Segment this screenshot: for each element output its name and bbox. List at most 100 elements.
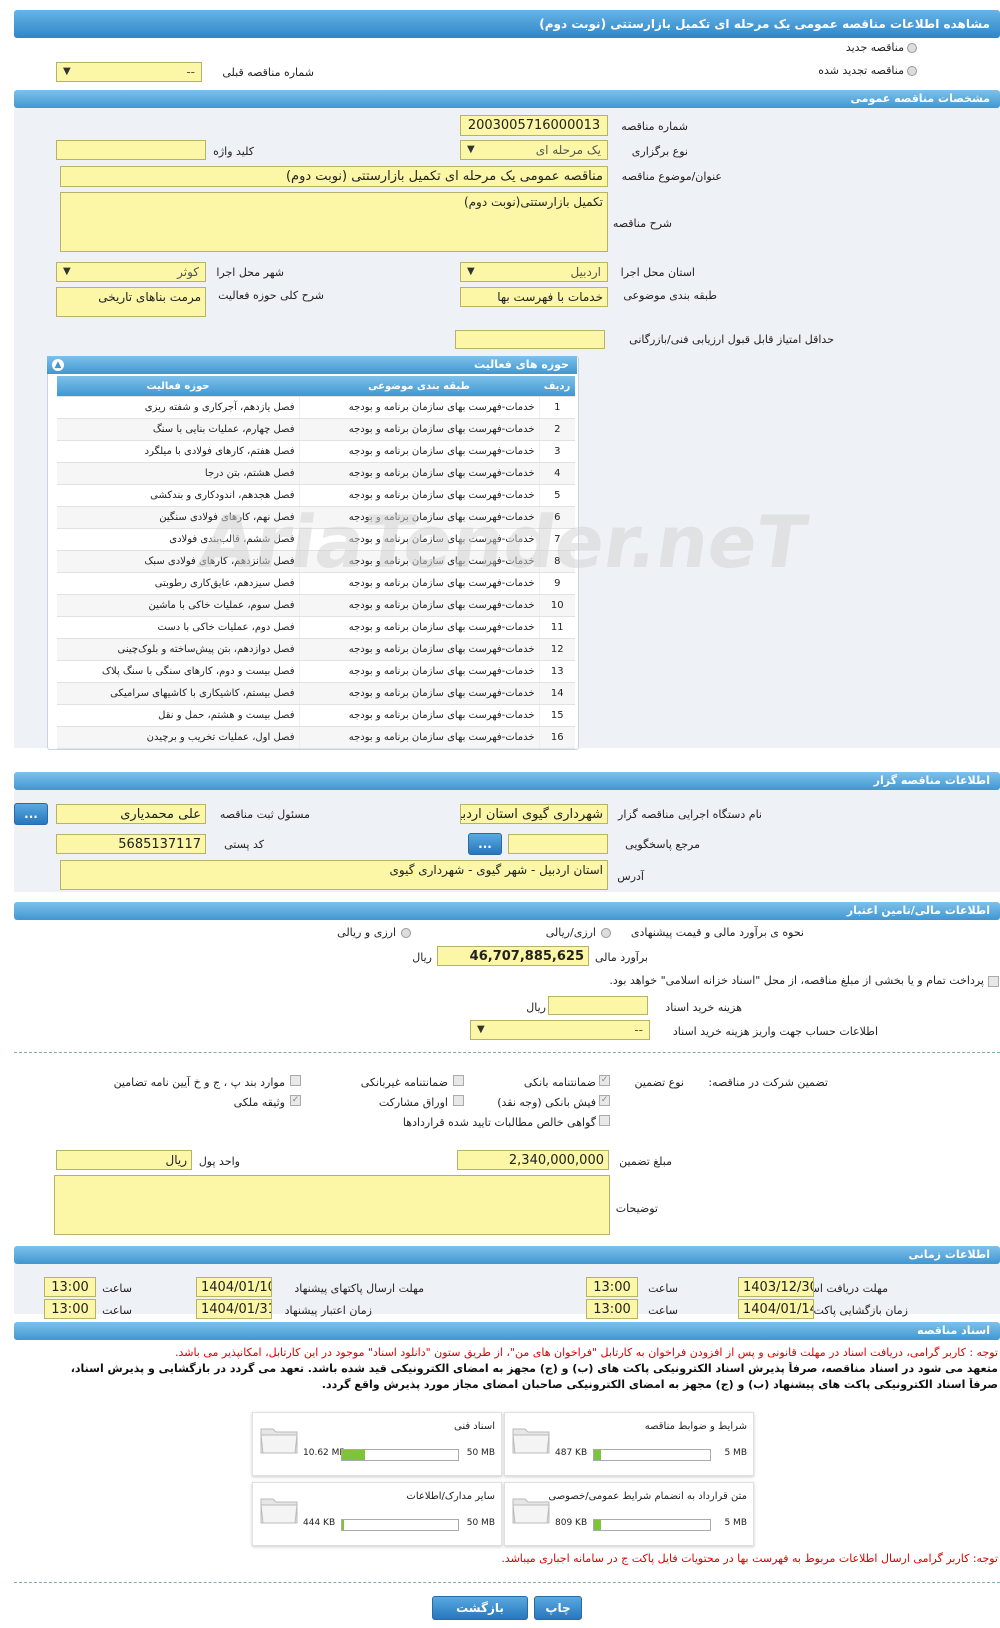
activity-desc-field[interactable]: مرمت بناهای تاریخی — [56, 287, 206, 317]
province-select[interactable]: ▼ اردبیل — [460, 262, 608, 282]
org-field[interactable]: شهرداری گیوی استان اردبیل — [460, 804, 608, 824]
doc-deadline-time[interactable]: 13:00 — [586, 1277, 638, 1297]
document-max-size: 5 MB — [724, 1518, 747, 1528]
table-cell-field: فصل نهم، کارهای فولادی سنگین — [57, 506, 299, 529]
ref-more-button[interactable]: ... — [468, 833, 502, 855]
document-name: اسناد فنی — [454, 1421, 495, 1432]
table-row: فصل چهارم، عملیات بنایی با سنگ خدمات-فهرس… — [57, 418, 575, 441]
treasury-checkbox[interactable] — [988, 976, 999, 987]
documents-header: اسناد مناقصه — [14, 1322, 1000, 1340]
city-label: شهر محل اجرا — [216, 266, 284, 279]
doc-fee-field[interactable] — [548, 996, 648, 1015]
non-bank-checkbox[interactable] — [453, 1075, 464, 1086]
chevron-down-icon: ▼ — [477, 1024, 485, 1035]
postal-field[interactable]: 5685137117 — [56, 834, 206, 854]
activities-header: حوزه های فعالیت — [47, 356, 577, 374]
table-cell-cat: خدمات-فهرست بهای سازمان برنامه و بودجه — [298, 572, 540, 595]
table-row: فصل نهم، کارهای فولادی سنگین خدمات-فهرست … — [57, 506, 575, 529]
new-tender-radio[interactable] — [907, 43, 917, 53]
document-file-card[interactable]: اسناد فنی 10.62 MB 50 MB — [252, 1412, 502, 1476]
folder-icon — [260, 1498, 298, 1524]
rial-radio[interactable] — [601, 928, 611, 938]
finance-header: اطلاعات مالی/تامین اعتبار — [14, 902, 1000, 920]
doc-fee-label: هزینه خرید اسناد — [665, 1001, 742, 1014]
table-cell-field: فصل بیستم، کاشیکاری با کاشیهای سرامیکی — [57, 682, 299, 705]
table-cell-field: فصل دوازدهم، بتن پیش‌ساخته و بلوک‌چینی — [57, 638, 299, 661]
table-cell-cat: خدمات-فهرست بهای سازمان برنامه و بودجه — [298, 418, 540, 441]
doc-fee-currency: ریال — [526, 1001, 546, 1014]
items-pbj-checkbox[interactable] — [290, 1075, 301, 1086]
prev-tender-no-label: شماره مناقصه قبلی — [222, 66, 314, 79]
tender-no-label: شماره مناقصه — [621, 120, 688, 133]
table-cell-cat: خدمات-فهرست بهای سازمان برنامه و بودجه — [298, 396, 540, 419]
table-row: فصل سیزدهم، عایق‌کاری رطوبتی خدمات-فهرست … — [57, 572, 575, 595]
table-row: فصل ششم، قالب‌بندی فولادی خدمات-فهرست بها… — [57, 528, 575, 551]
bonds-checkbox[interactable] — [453, 1095, 464, 1106]
fx-radio[interactable] — [401, 928, 411, 938]
guarantee-label: تضمین شرکت در مناقصه: — [708, 1076, 828, 1089]
document-file-card[interactable]: شرایط و ضوابط مناقصه 487 KB 5 MB — [504, 1412, 754, 1476]
send-deadline-date[interactable]: 1404/01/10 — [196, 1277, 272, 1297]
account-select[interactable]: ▼ -- — [470, 1020, 650, 1040]
guarantee-amount-field[interactable]: 2,340,000,000 — [457, 1150, 609, 1170]
fx-option-label: ارزی و ریالی — [337, 926, 396, 939]
responsible-field[interactable]: علی محمدیاری — [56, 804, 206, 824]
table-cell-n: 13 — [539, 660, 575, 683]
notes-field[interactable] — [54, 1175, 610, 1235]
table-row: فصل دوازدهم، بتن پیش‌ساخته و بلوک‌چینی خد… — [57, 638, 575, 661]
min-score-field[interactable] — [455, 330, 605, 349]
validity-time[interactable]: 13:00 — [44, 1299, 96, 1319]
folder-icon — [512, 1498, 550, 1524]
type-select[interactable]: ▼ یک مرحله ای — [460, 140, 608, 160]
keyword-field[interactable] — [56, 140, 206, 160]
city-select[interactable]: ▼ کوثر — [56, 262, 206, 282]
open-date[interactable]: 1404/01/14 — [738, 1299, 814, 1319]
send-deadline-time[interactable]: 13:00 — [44, 1277, 96, 1297]
table-cell-field: فصل اول، عملیات تخریب و برچیدن — [57, 726, 299, 749]
postal-label: کد پستی — [224, 838, 264, 851]
print-button[interactable]: چاپ — [534, 1596, 582, 1620]
method-label: نحوه ی برآورد مالی و قیمت پیشنهادی — [630, 926, 804, 939]
address-field[interactable]: استان اردبیل - شهر گیوی - شهرداری گیوی — [60, 860, 608, 890]
price-list-note: توجه: کاربر گرامی ارسال اطلاعات مربوط به… — [501, 1552, 998, 1565]
table-cell-field: فصل هفتم، کارهای فولادی با میلگرد — [57, 440, 299, 463]
ref-label: مرجع پاسخگویی — [625, 838, 700, 851]
prev-tender-no-select[interactable]: ▼ -- — [56, 62, 202, 82]
bank-guarantee-checkbox[interactable]: ✓ — [599, 1075, 610, 1086]
property-checkbox[interactable]: ✓ — [290, 1095, 301, 1106]
open-time[interactable]: 13:00 — [586, 1299, 638, 1319]
table-cell-n: 3 — [539, 440, 575, 463]
treasury-text: پرداخت تمام و یا بخشی از مبلغ مناقصه، از… — [609, 974, 984, 987]
tender-no-field[interactable]: 2003005716000013 — [460, 115, 608, 136]
document-file-card[interactable]: متن قرارداد به انضمام شرایط عمومی/خصوصی 8… — [504, 1482, 754, 1546]
document-max-size: 50 MB — [466, 1518, 495, 1528]
documents-note: توجه : کاربر گرامی، دریافت اسناد در مهلت… — [174, 1346, 998, 1359]
ref-field[interactable] — [508, 834, 608, 854]
subject-field[interactable]: مناقصه عمومی یک مرحله ای تکمیل بازارستتی… — [60, 166, 608, 187]
document-max-size: 50 MB — [466, 1448, 495, 1458]
table-row: فصل سوم، عملیات خاکی با ماشین خدمات-فهرست… — [57, 594, 575, 617]
table-row: فصل هفتم، کارهای فولادی با میلگرد خدمات-ف… — [57, 440, 575, 463]
desc-field[interactable]: تکمیل بازارستتی(نوبت دوم) — [60, 192, 608, 252]
table-row: فصل شانزدهم، کارهای فولادی سبک خدمات-فهرس… — [57, 550, 575, 573]
table-cell-field: فصل هشتم، بتن درجا — [57, 462, 299, 485]
net-claims-checkbox[interactable] — [599, 1115, 610, 1126]
estimate-field[interactable]: 46,707,885,625 — [437, 946, 589, 966]
folder-icon — [512, 1428, 550, 1454]
document-name: شرایط و ضوابط مناقصه — [644, 1421, 747, 1432]
doc-deadline-date[interactable]: 1403/12/30 — [738, 1277, 814, 1297]
document-file-card[interactable]: سایر مدارک/اطلاعات 444 KB 50 MB — [252, 1482, 502, 1546]
back-button[interactable]: بازگشت — [432, 1596, 528, 1620]
responsible-more-button[interactable]: ... — [14, 803, 48, 825]
address-label: آدرس — [617, 870, 644, 883]
property-label: وثیقه ملکی — [233, 1096, 285, 1109]
page-title-bar: مشاهده اطلاعات مناقصه عمومی یک مرحله ای … — [14, 10, 1000, 38]
validity-date[interactable]: 1404/01/31 — [196, 1299, 272, 1319]
activities-table: حوزه فعالیت طبقه بندی موضوعی ردیف فصل یا… — [57, 376, 575, 749]
renewed-tender-radio[interactable] — [907, 66, 917, 76]
table-cell-n: 4 — [539, 462, 575, 485]
category-field[interactable]: خدمات با فهرست بها — [460, 287, 608, 307]
currency-field[interactable]: ریال — [56, 1150, 192, 1170]
collapse-icon[interactable]: ▲ — [52, 359, 64, 371]
bank-receipt-checkbox[interactable]: ✓ — [599, 1095, 610, 1106]
